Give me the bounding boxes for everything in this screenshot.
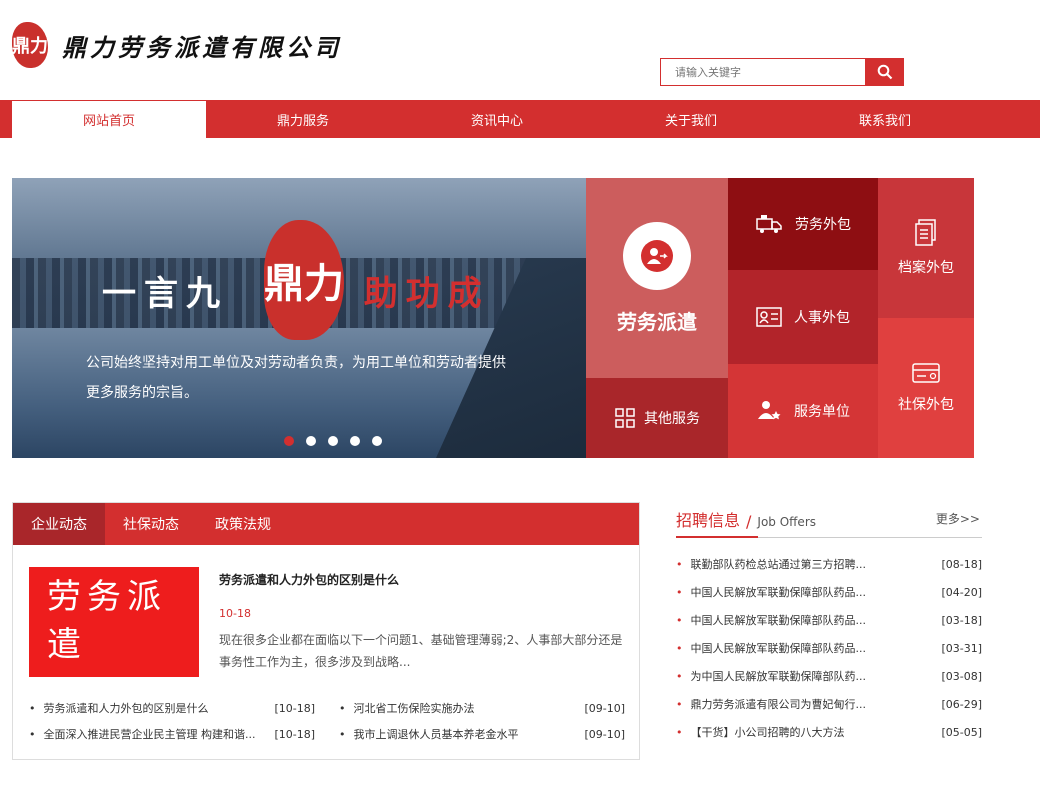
tab-social-news[interactable]: 社保动态: [105, 503, 197, 545]
carousel-dot[interactable]: [306, 436, 316, 446]
news-item-title[interactable]: 劳务派遣和人力外包的区别是什么: [29, 700, 209, 716]
company-name: 鼎力劳务派遣有限公司: [62, 32, 342, 62]
job-date: [03-31]: [941, 641, 982, 655]
job-item[interactable]: 【干货】小公司招聘的八大方法 [05-05]: [676, 718, 983, 746]
job-title[interactable]: 中国人民解放军联勤保障部队药品...: [676, 640, 867, 656]
news-item-date: [09-10]: [584, 727, 625, 741]
labor-dispatch-icon: [623, 221, 691, 290]
news-item[interactable]: 我市上调退休人员基本养老金水平 [09-10]: [339, 721, 626, 747]
carousel-dot[interactable]: [328, 436, 338, 446]
logo-seal: 鼎力: [12, 22, 48, 68]
jobs-subtitle: Job Offers: [757, 515, 816, 529]
jobs-title-separator: /: [746, 512, 752, 531]
banner-carousel[interactable]: 一言九 助功成 鼎力 公司始终坚持对用工单位及对劳动者负责，为用工单位和劳动者提…: [12, 178, 586, 458]
job-title[interactable]: 中国人民解放军联勤保障部队药品...: [676, 612, 867, 628]
people-star-icon: [758, 401, 781, 420]
job-item[interactable]: 中国人民解放军联勤保障部队药品... [04-20]: [676, 578, 983, 606]
service-other-label: 其他服务: [644, 411, 700, 427]
service-other[interactable]: 其他服务: [586, 378, 728, 458]
news-item-date: [09-10]: [584, 701, 625, 715]
news-item[interactable]: 全面深入推进民营企业民主管理 构建和谐... [10-18]: [29, 721, 316, 747]
news-item[interactable]: 河北省工伤保险实施办法 [09-10]: [339, 695, 626, 721]
search-button[interactable]: [866, 58, 904, 86]
service-labor-label: 劳务外包: [795, 217, 851, 233]
service-archive-outsourcing[interactable]: 档案外包: [878, 178, 974, 318]
news-panel: 企业动态 社保动态 政策法规 劳务派遣 劳务派遣和人力外包的区别是什么 10-1…: [12, 502, 640, 760]
job-date: [03-18]: [941, 613, 982, 627]
search-icon: [877, 64, 893, 80]
jobs-title-underline: [676, 536, 758, 538]
job-title[interactable]: 鼎力劳务派遣有限公司为曹妃甸行...: [676, 696, 867, 712]
job-item[interactable]: 联勤部队药检总站通过第三方招聘... [08-18]: [676, 550, 983, 578]
document-icon: [915, 219, 936, 246]
tab-policy[interactable]: 政策法规: [197, 503, 289, 545]
news-item-title[interactable]: 我市上调退休人员基本养老金水平: [339, 726, 519, 742]
news-item-title[interactable]: 河北省工伤保险实施办法: [339, 700, 475, 716]
service-hr-outsourcing[interactable]: 人事外包: [728, 270, 878, 364]
service-social-outsourcing[interactable]: 社保外包: [878, 318, 974, 458]
job-date: [04-20]: [941, 585, 982, 599]
service-social-label: 社保外包: [898, 397, 954, 413]
nav-news[interactable]: 资讯中心: [400, 100, 594, 138]
job-date: [06-29]: [941, 697, 982, 711]
news-list-left: 劳务派遣和人力外包的区别是什么 [10-18] 全面深入推进民营企业民主管理 构…: [29, 695, 316, 747]
feature-title[interactable]: 劳务派遣和人力外包的区别是什么: [219, 571, 399, 588]
news-item[interactable]: 劳务派遣和人力外包的区别是什么 [10-18]: [29, 695, 316, 721]
job-title[interactable]: 【干货】小公司招聘的八大方法: [676, 724, 845, 740]
carousel-dot[interactable]: [372, 436, 382, 446]
job-item[interactable]: 中国人民解放军联勤保障部队药品... [03-18]: [676, 606, 983, 634]
service-archive-label: 档案外包: [898, 260, 954, 276]
news-item-date: [10-18]: [274, 701, 315, 715]
jobs-panel: 招聘信息 / Job Offers 更多>> 联勤部队药检总站通过第三方招聘..…: [676, 502, 982, 746]
id-card-icon: [756, 307, 782, 327]
grid-icon: [615, 408, 635, 428]
nav-about[interactable]: 关于我们: [594, 100, 788, 138]
carousel-dots: [284, 436, 382, 446]
site-header: 鼎力 鼎力劳务派遣有限公司: [0, 0, 1040, 100]
news-list-right: 河北省工伤保险实施办法 [09-10] 我市上调退休人员基本养老金水平 [09-…: [339, 695, 626, 747]
service-labor-outsourcing[interactable]: 劳务外包: [728, 178, 878, 270]
job-date: [03-08]: [941, 669, 982, 683]
news-item-title[interactable]: 全面深入推进民营企业民主管理 构建和谐...: [29, 726, 256, 742]
feature-date: 10-18: [219, 607, 251, 620]
news-tabs: 企业动态 社保动态 政策法规: [13, 503, 639, 545]
job-item[interactable]: 鼎力劳务派遣有限公司为曹妃甸行... [06-29]: [676, 690, 983, 718]
job-title[interactable]: 为中国人民解放军联勤保障部队药...: [676, 668, 867, 684]
slogan-right: 助功成: [363, 274, 490, 314]
job-item[interactable]: 为中国人民解放军联勤保障部队药... [03-08]: [676, 662, 983, 690]
carousel-dot[interactable]: [350, 436, 360, 446]
job-item[interactable]: 中国人民解放军联勤保障部队药品... [03-31]: [676, 634, 983, 662]
service-unit-label: 服务单位: [794, 404, 850, 420]
slogan-left: 一言九: [102, 274, 228, 314]
company-logo[interactable]: 鼎力 鼎力劳务派遣有限公司: [12, 22, 342, 68]
tab-company-news[interactable]: 企业动态: [13, 503, 105, 545]
job-date: [08-18]: [941, 557, 982, 571]
jobs-title: 招聘信息: [676, 511, 741, 530]
service-labor-dispatch[interactable]: 劳务派遣: [586, 178, 728, 378]
feature-summary: 现在很多企业都在面临以下一个问题1、基础管理薄弱;2、人事部大部分还是事务性工作…: [219, 633, 623, 669]
jobs-header: 招聘信息 / Job Offers 更多>>: [676, 502, 982, 538]
banner-seal: 鼎力: [264, 220, 344, 340]
service-hr-label: 人事外包: [794, 310, 850, 326]
nav-services[interactable]: 鼎力服务: [206, 100, 400, 138]
service-unit[interactable]: 服务单位: [728, 364, 878, 458]
news-item-date: [10-18]: [274, 727, 315, 741]
jobs-more-link[interactable]: 更多>>: [936, 510, 980, 527]
main-nav: 网站首页 鼎力服务 资讯中心 关于我们 联系我们: [0, 100, 1040, 138]
job-title[interactable]: 联勤部队药检总站通过第三方招聘...: [676, 556, 867, 572]
service-main-label: 劳务派遣: [617, 309, 697, 334]
carousel-dot[interactable]: [284, 436, 294, 446]
feature-image[interactable]: 劳务派遣: [29, 567, 199, 677]
nav-contact[interactable]: 联系我们: [788, 100, 982, 138]
banner-description: 公司始终坚持对用工单位及对劳动者负责，为用工单位和劳动者提供更多服务的宗旨。: [86, 355, 506, 401]
job-title[interactable]: 中国人民解放军联勤保障部队药品...: [676, 584, 867, 600]
search-bar: [660, 58, 904, 86]
jobs-list: 联勤部队药检总站通过第三方招聘... [08-18] 中国人民解放军联勤保障部队药…: [676, 550, 983, 746]
job-date: [05-05]: [941, 725, 982, 739]
truck-icon: [756, 215, 782, 233]
nav-home[interactable]: 网站首页: [12, 100, 206, 138]
card-icon: [912, 363, 940, 383]
search-input[interactable]: [660, 58, 866, 86]
